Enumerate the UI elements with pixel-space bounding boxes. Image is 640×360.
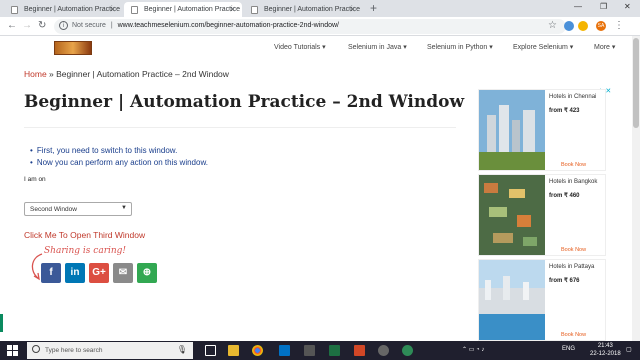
reload-icon[interactable]: ↻ [38, 20, 46, 31]
url-separator: | [110, 22, 113, 29]
file-explorer-icon[interactable] [228, 345, 239, 356]
page-favicon-icon [11, 6, 18, 14]
hotel-ad-1[interactable]: Hotels in Chennai from ₹ 423 Book Now [478, 89, 606, 171]
settings-gear-icon[interactable] [378, 345, 389, 356]
menu-selenium-java[interactable]: Selenium in Java ▾ [348, 43, 407, 51]
breadcrumb: Home » Beginner | Automation Practice – … [24, 69, 229, 79]
language-indicator[interactable]: ENG [562, 346, 575, 352]
ad-city: Hotels in Chennai [549, 94, 597, 100]
i-am-on-label: I am on [24, 176, 46, 183]
linkedin-icon[interactable]: in [65, 263, 85, 283]
ad-price: from ₹ 460 [549, 193, 580, 199]
taskbar-search-input[interactable]: Type here to search 🎙 [27, 342, 193, 359]
browser-toolbar: ← → ↻ i Not secure | www.teachmeselenium… [0, 17, 640, 36]
browser-tab-1[interactable]: Beginner | Automation Practice ✕ [4, 2, 122, 17]
ad-price: from ₹ 423 [549, 108, 580, 114]
select-value: Second Window [30, 206, 77, 213]
breadcrumb-separator: » [46, 69, 57, 79]
browser-menu-icon[interactable]: ⋮ [614, 20, 624, 31]
new-tab-icon[interactable]: + [370, 1, 377, 15]
tab-title: Beginner | Automation Practice [24, 6, 120, 13]
browser-tab-2[interactable]: Beginner | Automation Practice ✕ [124, 2, 242, 17]
menu-explore-selenium[interactable]: Explore Selenium ▾ [513, 43, 573, 51]
ad-price: from ₹ 676 [549, 278, 580, 284]
notifications-icon[interactable]: ▢ [626, 346, 632, 353]
url-text: www.teachmeselenium.com/beginner-automat… [117, 22, 339, 29]
tab-title: Beginner | Automation Practice [144, 6, 240, 13]
microphone-icon[interactable]: 🎙 [177, 345, 187, 354]
address-bar[interactable]: i Not secure | www.teachmeselenium.com/b… [54, 19, 566, 34]
search-icon [32, 345, 40, 353]
more-share-icon[interactable]: ⊕ [137, 263, 157, 283]
list-item: Now you can perform any action on this w… [30, 158, 208, 167]
page-scrollbar[interactable] [632, 36, 640, 341]
scrollbar-thumb[interactable] [633, 38, 639, 128]
web-page: Video Tutorials ▾ Selenium in Java ▾ Sel… [0, 36, 632, 341]
tab-close-icon[interactable]: ✕ [349, 5, 356, 14]
restore-icon[interactable]: ❐ [600, 2, 607, 11]
excel-icon[interactable] [329, 345, 340, 356]
book-now-button[interactable]: Book Now [561, 247, 586, 253]
menu-more[interactable]: More ▾ [594, 43, 615, 51]
dropdown-arrow-icon: ▼ [121, 205, 127, 211]
ad-city: Hotels in Bangkok [549, 179, 598, 185]
tab-close-icon[interactable]: ✕ [109, 5, 116, 14]
hotel-ad-2[interactable]: Hotels in Bangkok from ₹ 460 Book Now [478, 174, 606, 256]
search-placeholder: Type here to search [45, 347, 103, 354]
list-item: First, you need to switch to this window… [30, 146, 208, 155]
calculator-icon[interactable] [304, 345, 315, 356]
info-icon[interactable]: i [59, 21, 68, 30]
tab-close-icon[interactable]: ✕ [229, 5, 236, 14]
divider [24, 127, 456, 128]
feedback-tab[interactable] [0, 314, 3, 332]
minimize-icon[interactable]: — [574, 2, 582, 11]
clock-time: 21:43 [597, 343, 613, 349]
powerpoint-icon[interactable] [354, 345, 365, 356]
tray-icons[interactable]: ⌃ ▭ ◔ ♪ [462, 346, 484, 353]
browser-tab-3[interactable]: Beginner | Automation Practice ✕ [244, 2, 362, 17]
hotel-ad-3[interactable]: Hotels in Pattaya from ₹ 676 Book Now [478, 259, 606, 341]
breadcrumb-home-link[interactable]: Home [24, 69, 47, 79]
window-select[interactable]: Second Window ▼ [24, 202, 132, 216]
system-clock[interactable]: 21:43 22-12-2018 [590, 342, 621, 358]
extension-icon[interactable] [564, 21, 574, 31]
page-title: Beginner | Automation Practice – 2nd Win… [24, 92, 465, 112]
city-photo-bangkok [479, 175, 545, 255]
email-icon[interactable]: ✉ [113, 263, 133, 283]
tab-strip: Beginner | Automation Practice ✕ Beginne… [0, 0, 640, 17]
chrome-icon[interactable] [252, 345, 263, 356]
page-favicon-icon [251, 6, 258, 14]
app-icon[interactable] [402, 345, 413, 356]
menu-selenium-python[interactable]: Selenium in Python ▾ [427, 43, 493, 51]
menu-video-tutorials[interactable]: Video Tutorials ▾ [274, 43, 326, 51]
extension-icon[interactable] [578, 21, 588, 31]
city-photo-chennai [479, 90, 545, 170]
facebook-icon[interactable]: f [41, 263, 61, 283]
windows-taskbar: Type here to search 🎙 ⌃ ▭ ◔ ♪ ENG 21:43 … [0, 341, 640, 360]
sharing-tagline: Sharing is caring! [44, 246, 127, 256]
clock-date: 22-12-2018 [590, 351, 621, 357]
forward-icon[interactable]: → [22, 20, 32, 31]
window-close-icon[interactable]: ✕ [624, 2, 631, 11]
profile-avatar[interactable]: SA [596, 21, 606, 31]
bookmark-star-icon[interactable]: ☆ [548, 20, 557, 31]
book-now-button[interactable]: Book Now [561, 162, 586, 168]
outlook-icon[interactable] [279, 345, 290, 356]
back-icon[interactable]: ← [7, 20, 17, 31]
city-photo-pattaya [479, 260, 545, 340]
google-plus-icon[interactable]: G+ [89, 263, 109, 283]
security-label: Not secure [72, 22, 106, 29]
windows-start-icon[interactable] [7, 345, 18, 356]
site-logo[interactable] [54, 41, 92, 55]
instruction-list: First, you need to switch to this window… [30, 146, 208, 170]
page-favicon-icon [131, 6, 138, 14]
open-third-window-link[interactable]: Click Me To Open Third Window [24, 230, 145, 240]
tab-title: Beginner | Automation Practice [264, 6, 360, 13]
ad-city: Hotels in Pattaya [549, 264, 595, 270]
breadcrumb-current: Beginner | Automation Practice – 2nd Win… [56, 69, 229, 79]
task-view-icon[interactable] [205, 345, 216, 356]
book-now-button[interactable]: Book Now [561, 332, 586, 338]
